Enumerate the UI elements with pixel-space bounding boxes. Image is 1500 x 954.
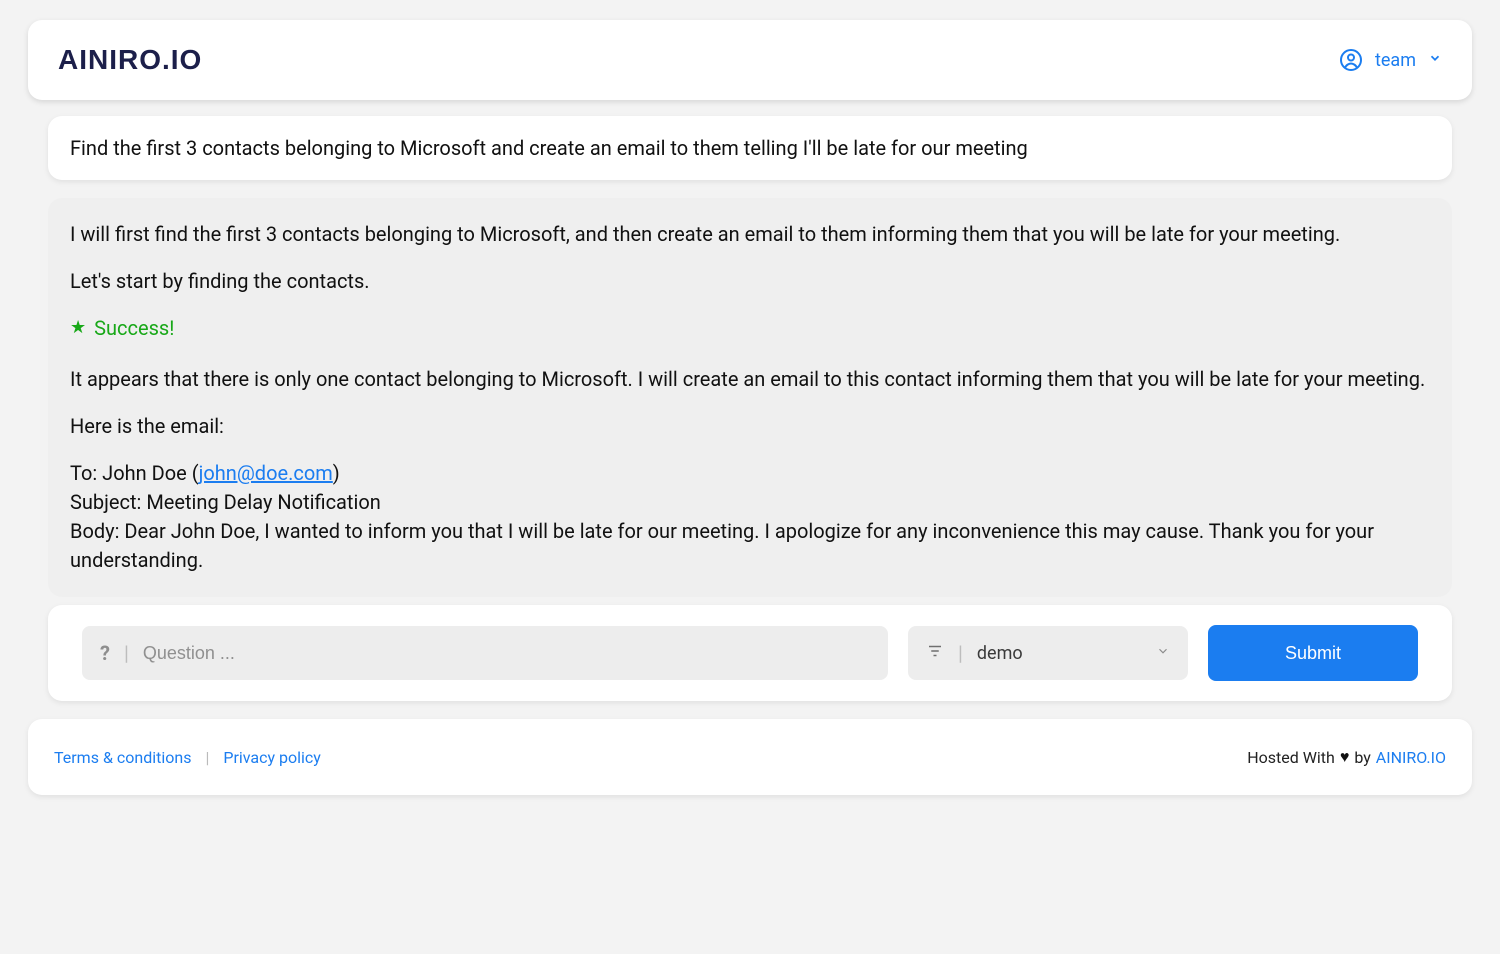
response-email-header: Here is the email: — [70, 412, 1430, 441]
user-label: team — [1375, 50, 1416, 71]
filter-icon — [926, 642, 944, 664]
privacy-link[interactable]: Privacy policy — [223, 748, 321, 767]
email-to-link[interactable]: john@doe.com — [199, 461, 333, 485]
user-prompt-card: Find the first 3 contacts belonging to M… — [48, 116, 1452, 180]
assistant-response-card: I will first find the first 3 contacts b… — [48, 198, 1452, 597]
brand-logo: AINIRO.IO — [58, 44, 278, 76]
terms-link[interactable]: Terms & conditions — [54, 748, 191, 767]
footer-bar: Terms & conditions | Privacy policy Host… — [28, 719, 1472, 795]
star-icon: ★ — [70, 315, 86, 341]
svg-text:AINIRO.IO: AINIRO.IO — [58, 44, 202, 75]
user-menu[interactable]: team — [1339, 48, 1442, 72]
footer-hosted: Hosted With ♥ by AINIRO.IO — [1247, 747, 1446, 767]
separator: | — [958, 641, 963, 665]
model-select[interactable]: | demo — [908, 626, 1188, 680]
email-body: Body: Dear John Doe, I wanted to inform … — [70, 519, 1374, 572]
question-icon: ? — [100, 641, 110, 665]
question-input-wrap[interactable]: ? | — [82, 626, 888, 680]
chevron-down-icon — [1428, 51, 1442, 69]
separator: | — [124, 641, 129, 665]
user-prompt-text: Find the first 3 contacts belonging to M… — [70, 136, 1028, 160]
logo-svg: AINIRO.IO — [58, 44, 278, 76]
footer-links: Terms & conditions | Privacy policy — [54, 748, 321, 767]
chevron-down-icon — [1156, 644, 1170, 662]
user-icon — [1339, 48, 1363, 72]
heart-icon: ♥ — [1340, 747, 1350, 767]
hosted-by: by — [1354, 748, 1370, 767]
divider: | — [205, 748, 209, 767]
response-found-one: It appears that there is only one contac… — [70, 365, 1430, 394]
email-to-suffix: ) — [333, 461, 340, 485]
email-to-prefix: To: John Doe ( — [70, 461, 199, 485]
hosted-prefix: Hosted With — [1247, 748, 1335, 767]
submit-button[interactable]: Submit — [1208, 625, 1418, 681]
question-input[interactable] — [143, 643, 870, 664]
success-label: Success! — [94, 314, 174, 343]
success-status: ★ Success! — [70, 314, 1430, 343]
response-email-block: To: John Doe (john@doe.com) Subject: Mee… — [70, 459, 1430, 575]
select-value: demo — [977, 643, 1156, 664]
response-intro: I will first find the first 3 contacts b… — [70, 220, 1430, 249]
response-start: Let's start by finding the contacts. — [70, 267, 1430, 296]
hosted-brand-link[interactable]: AINIRO.IO — [1376, 748, 1446, 767]
email-subject: Subject: Meeting Delay Notification — [70, 490, 381, 514]
header-bar: AINIRO.IO team — [28, 20, 1472, 100]
input-bar: ? | | demo Submit — [48, 605, 1452, 701]
